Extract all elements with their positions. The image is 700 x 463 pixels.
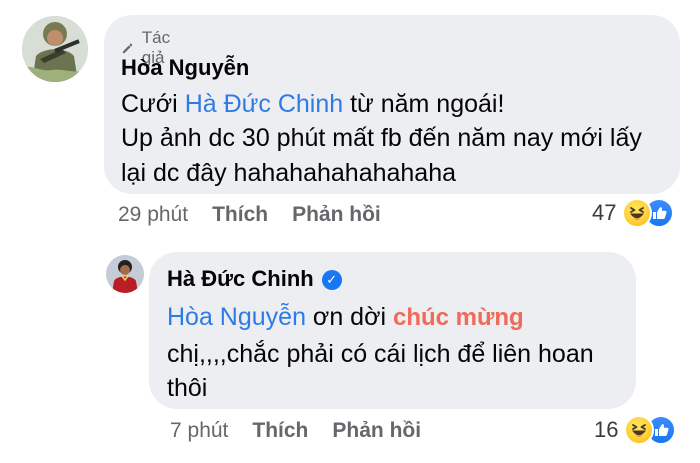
reaction-icons <box>622 198 676 228</box>
reaction-count: 16 <box>594 417 619 442</box>
comment-text-after-tag: ơn dời <box>305 303 393 331</box>
author-name-label: Hà Đức Chinh <box>167 266 314 291</box>
haha-icon <box>624 415 655 445</box>
mention-hoa-nguyen[interactable]: Hòa Nguyễn <box>167 303 306 331</box>
author-name[interactable]: Hà Đức Chinh ✓ <box>167 266 342 292</box>
comment-text-line-3: lại dc đây hahahahahahahaha <box>121 159 457 187</box>
comment-text-line-1: Hòa Nguyễn ơn dời chúc mừng <box>167 299 524 336</box>
reply-button[interactable]: Phản hồi <box>332 419 421 443</box>
comment-time[interactable]: 7 phút <box>170 419 228 443</box>
avatar-ha-duc-chinh[interactable] <box>106 255 144 293</box>
avatar-hoa-nguyen[interactable] <box>22 16 88 82</box>
reaction-icons <box>624 415 678 445</box>
highlighted-text: chúc mừng <box>392 304 524 331</box>
comment-actions: 29 phút Thích Phản hồi <box>118 203 381 227</box>
haha-icon <box>622 198 653 228</box>
avatar-image <box>106 255 144 293</box>
comment-text-line-2: chị,,,,chắc phải có cái lịch để liên hoa… <box>167 340 594 368</box>
author-name[interactable]: Hòa Nguyễn <box>121 55 249 81</box>
reaction-summary[interactable]: 47 <box>592 198 676 228</box>
like-button[interactable]: Thích <box>252 419 308 443</box>
comment-text-suffix: từ năm ngoái! <box>343 90 505 118</box>
reaction-summary[interactable]: 16 <box>594 415 678 445</box>
avatar-image <box>22 16 88 82</box>
reply-button[interactable]: Phản hồi <box>292 203 381 227</box>
comment-text-line-3: thôi <box>167 374 208 402</box>
like-button[interactable]: Thích <box>212 203 268 227</box>
mention-ha-duc-chinh[interactable]: Hà Đức Chinh <box>185 90 343 118</box>
comment-actions: 7 phút Thích Phản hồi <box>170 419 421 443</box>
comment-time[interactable]: 29 phút <box>118 203 188 227</box>
verified-badge-icon: ✓ <box>321 270 342 290</box>
comment-text-line-1: Cưới Hà Đức Chinh từ năm ngoái! <box>121 86 504 122</box>
reaction-count: 47 <box>592 200 617 225</box>
comment-text-prefix: Cưới <box>121 90 185 118</box>
comment-text-line-2: Up ảnh dc 30 phút mất fb đến năm nay mới… <box>121 124 642 152</box>
